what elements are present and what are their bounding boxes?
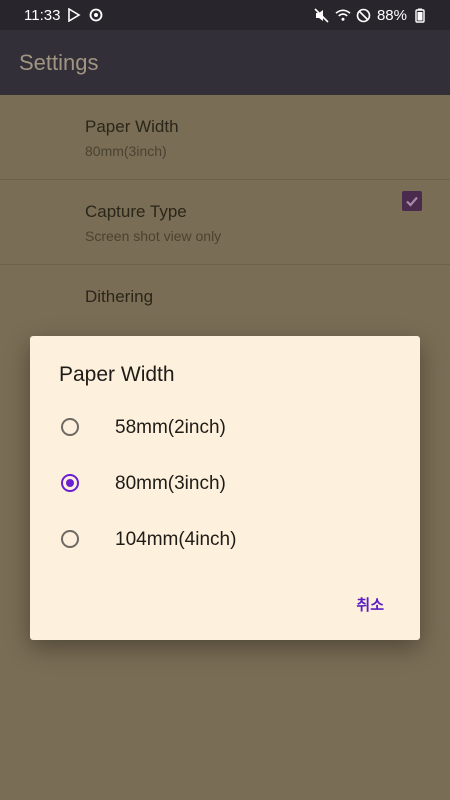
- battery-text: 88%: [376, 6, 407, 24]
- option-label: 104mm(4inch): [115, 529, 237, 550]
- radio-button-selected[interactable]: [61, 474, 79, 492]
- setting-subtitle: 80mm(3inch): [85, 143, 167, 159]
- option-label: 80mm(3inch): [115, 473, 226, 494]
- option-label: 58mm(2inch): [115, 417, 226, 438]
- mute-icon: [314, 7, 330, 23]
- radio-button[interactable]: [61, 418, 79, 436]
- option-58mm[interactable]: 58mm(2inch): [30, 401, 420, 457]
- do-not-disturb-icon: [356, 7, 372, 23]
- dialog-title: Paper Width: [59, 363, 175, 386]
- status-left: 11:33: [24, 7, 104, 24]
- option-104mm[interactable]: 104mm(4inch): [30, 513, 420, 569]
- cancel-button[interactable]: 취소: [356, 594, 384, 615]
- battery-icon: [412, 7, 428, 23]
- option-80mm[interactable]: 80mm(3inch): [30, 457, 420, 513]
- setting-title: Capture Type: [85, 202, 187, 221]
- setting-title: Paper Width: [85, 117, 179, 136]
- setting-title: Dithering: [85, 287, 154, 306]
- status-bar: 11:33 88%: [0, 0, 450, 30]
- settings-list: Paper Width 80mm(3inch) Capture Type Scr…: [0, 95, 450, 350]
- setting-subtitle: Screen shot view only: [85, 228, 222, 244]
- record-icon: [88, 7, 104, 23]
- page-title: Settings: [19, 49, 99, 75]
- app-bar: Settings: [0, 30, 450, 95]
- radio-button[interactable]: [61, 530, 79, 548]
- status-right: 88%: [314, 7, 428, 24]
- setting-capture-type[interactable]: Capture Type Screen shot view only: [0, 180, 450, 265]
- wifi-icon: [335, 7, 351, 23]
- check-icon: [406, 196, 418, 207]
- status-time: 11:33: [24, 6, 61, 24]
- setting-paper-width[interactable]: Paper Width 80mm(3inch): [0, 95, 450, 180]
- play-store-icon: [66, 7, 82, 23]
- paper-width-dialog: Paper Width 58mm(2inch) 80mm(3inch) 104m…: [30, 336, 420, 640]
- dithering-checkbox[interactable]: [402, 191, 422, 211]
